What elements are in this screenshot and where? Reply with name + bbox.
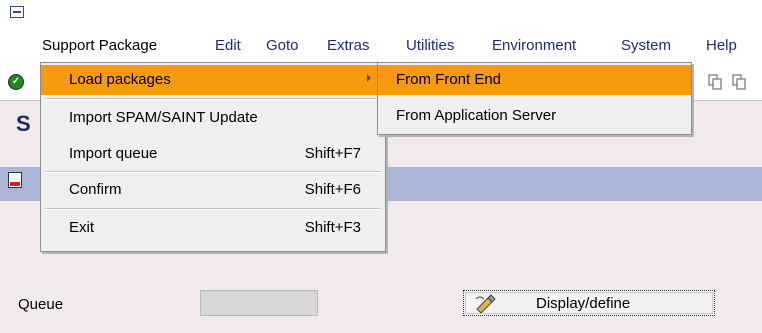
menu-utilities[interactable]: Utilities [406, 37, 454, 54]
menu-item-label: Exit [69, 219, 95, 236]
queue-label: Queue [18, 296, 64, 313]
menu-item-load-packages[interactable]: Load packages [41, 65, 385, 95]
last-page-icon[interactable] [730, 72, 748, 90]
display-define-button[interactable]: Display/define [463, 290, 715, 316]
menu-goto[interactable]: Goto [266, 37, 299, 54]
submenu-item-from-front-end[interactable]: From Front End [378, 65, 691, 95]
menu-item-import-queue[interactable]: Import queue Shift+F7 [41, 139, 385, 169]
menu-environment[interactable]: Environment [492, 37, 576, 54]
menu-item-label: Import SPAM/SAINT Update [69, 109, 258, 126]
menu-separator [45, 208, 381, 210]
menu-support-package[interactable]: Support Package [42, 37, 157, 54]
menu-item-shortcut: Shift+F6 [304, 181, 361, 198]
pen-icon [475, 294, 496, 313]
menu-item-shortcut: Shift+F7 [304, 145, 361, 162]
menu-edit[interactable]: Edit [215, 37, 241, 54]
menu-item-shortcut: Shift+F3 [304, 219, 361, 236]
submenu-item-label: From Application Server [396, 107, 557, 124]
menu-help[interactable]: Help [706, 37, 737, 54]
submenu-item-label: From Front End [396, 71, 502, 88]
system-menu-icon[interactable] [10, 6, 24, 18]
menu-item-import-spam-saint-update[interactable]: Import SPAM/SAINT Update [41, 103, 385, 133]
menu-item-confirm[interactable]: Confirm Shift+F6 [41, 175, 385, 205]
menu-system[interactable]: System [621, 37, 671, 54]
document-icon[interactable] [8, 172, 22, 188]
menu-item-exit[interactable]: Exit Shift+F3 [41, 213, 385, 243]
display-define-label: Display/define [536, 294, 631, 312]
menu-item-label: Import queue [69, 145, 158, 162]
page-title: S [16, 111, 31, 136]
submenu-arrow-icon [367, 74, 371, 82]
menu-item-label: Confirm [69, 181, 122, 198]
menu-extras[interactable]: Extras [327, 37, 370, 54]
enter-icon[interactable]: ✓ [8, 74, 24, 90]
menu-separator [45, 98, 381, 100]
support-package-dropdown: Load packages Import SPAM/SAINT Update I… [40, 62, 386, 252]
menubar: Support Package Edit Goto Extras Utiliti… [0, 0, 762, 62]
queue-field[interactable] [200, 290, 318, 316]
submenu-item-from-application-server[interactable]: From Application Server [378, 101, 691, 131]
menu-separator [45, 171, 381, 173]
load-packages-submenu: From Front End From Application Server [377, 62, 692, 135]
menu-item-label: Load packages [69, 71, 171, 88]
next-page-icon[interactable] [706, 72, 724, 90]
